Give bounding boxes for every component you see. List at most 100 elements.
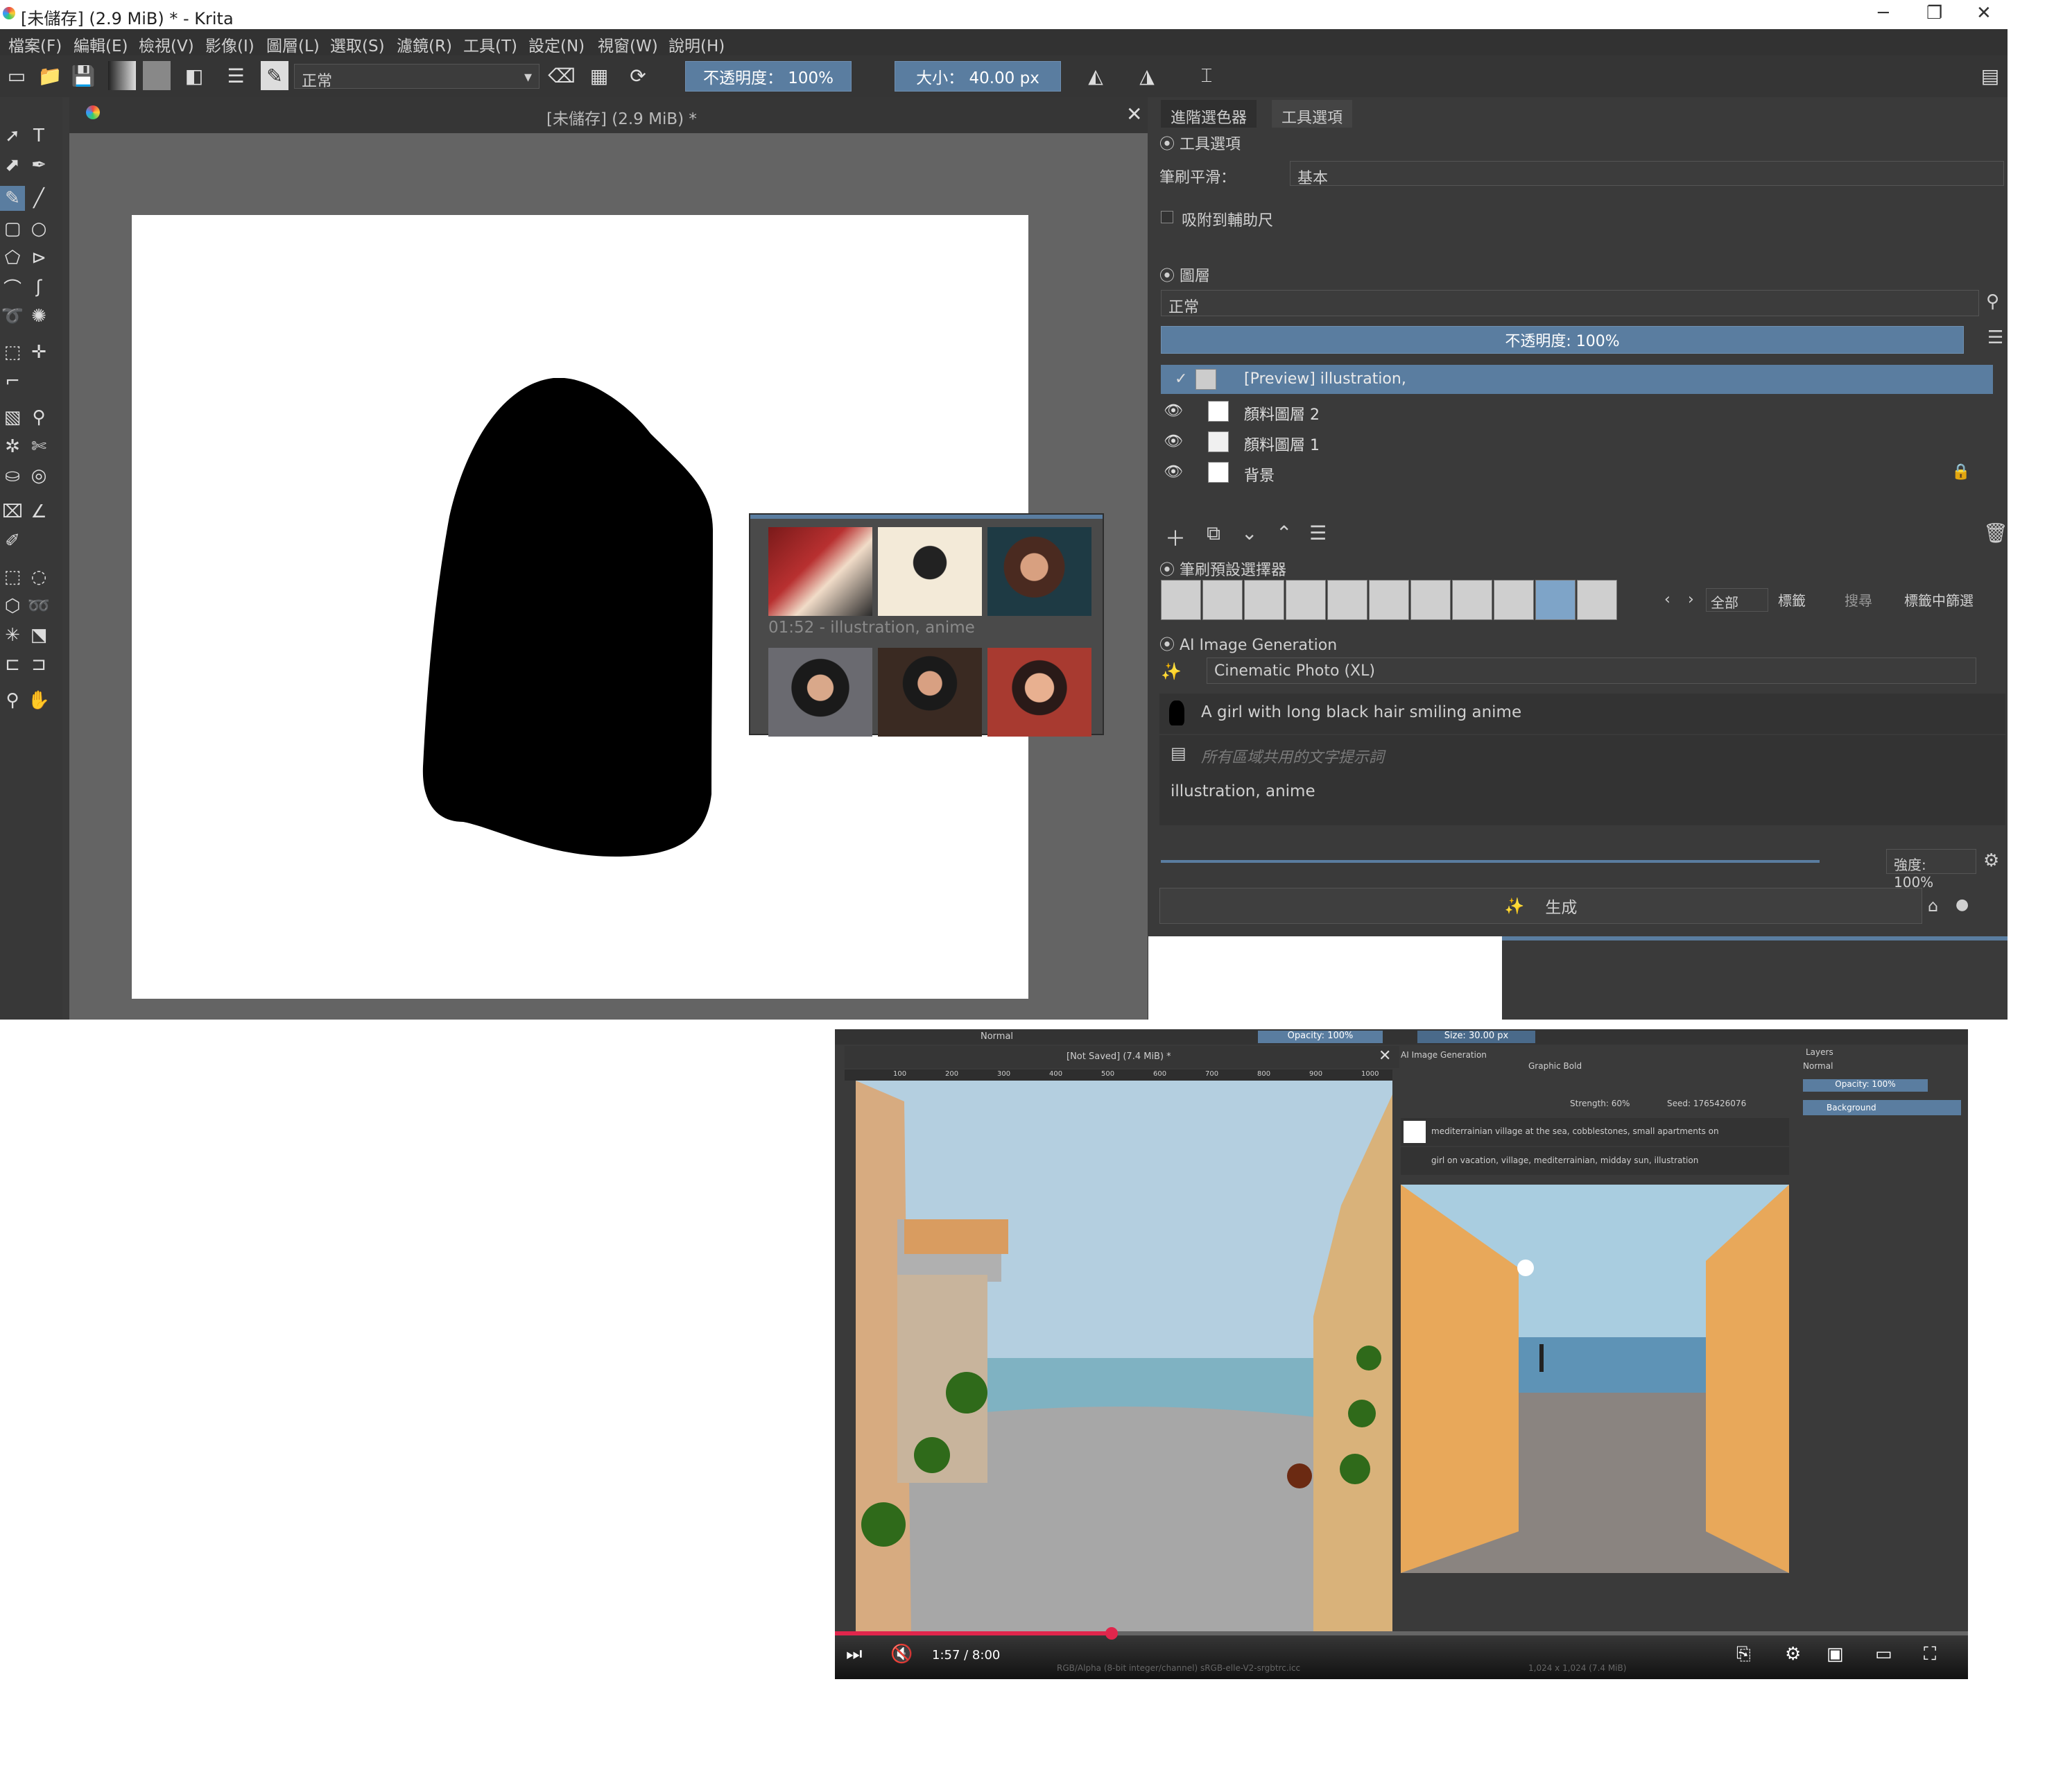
eye-icon[interactable]: 👁 — [1164, 463, 1183, 481]
reference-tool-icon[interactable]: ✐ — [0, 529, 25, 553]
strength-slider-track[interactable] — [1161, 860, 1820, 863]
brush-tag-select[interactable]: 全部 — [1706, 588, 1768, 612]
result-thumbnail[interactable] — [987, 527, 1091, 616]
result-thumbnail[interactable] — [878, 648, 982, 737]
generated-image[interactable] — [1401, 1185, 1789, 1573]
brush-preset-item[interactable] — [1202, 580, 1243, 620]
record-icon[interactable]: ● — [1956, 896, 1969, 913]
wrap-around-icon[interactable]: ⌶ — [1193, 61, 1220, 90]
brush-preset-item[interactable] — [1494, 580, 1534, 620]
menu-help[interactable]: 說明(H) — [668, 33, 725, 56]
magic-wand-icon[interactable]: ✳ — [0, 623, 25, 648]
eraser-icon[interactable]: ⌫ — [548, 61, 576, 90]
brush-settings-icon[interactable]: ☰ — [222, 61, 250, 90]
mute-icon[interactable]: 🔇 — [890, 1644, 913, 1665]
minimize-button[interactable]: ─ — [1878, 3, 1889, 24]
pan-tool-icon[interactable]: ✋ — [26, 688, 51, 713]
layer-properties-icon[interactable]: ☰ — [1309, 522, 1327, 544]
smoothing-select[interactable]: 基本 — [1290, 161, 2004, 187]
prompt-field[interactable]: A girl with long black hair smiling anim… — [1159, 694, 2005, 734]
panel-toggle-icon[interactable]: ▤ — [1976, 61, 2004, 90]
size-slider[interactable]: 大小： 40.00 px — [895, 61, 1061, 92]
pattern-swatch[interactable] — [143, 61, 171, 90]
edit-shape-icon[interactable]: ⬈ — [0, 153, 25, 178]
ellipse-select-icon[interactable]: ◌ — [26, 565, 51, 590]
brush-preset-item[interactable] — [1369, 580, 1409, 620]
menu-edit[interactable]: 編輯(E) — [74, 33, 128, 56]
result-thumbnail[interactable] — [987, 648, 1091, 737]
multibrush-icon[interactable]: ✺ — [26, 304, 51, 329]
fill-tool-icon[interactable]: ⛀ — [0, 463, 25, 488]
add-layer-icon[interactable]: ＋ — [1165, 522, 1186, 552]
open-document-icon[interactable]: 📁 — [36, 61, 64, 90]
gradient-swatch[interactable] — [108, 61, 136, 90]
magnetic-select-icon[interactable]: ⊐ — [26, 652, 51, 677]
layer-row-preview[interactable]: ✓ [Preview] illustration, — [1161, 365, 1993, 394]
filter-icon[interactable]: ⚲ — [1986, 291, 1999, 312]
settings-icon[interactable]: ⚙ — [1983, 850, 1999, 871]
chevron-left-icon[interactable]: ‹ — [1664, 591, 1670, 608]
maximize-button[interactable]: ❐ — [1926, 3, 1942, 24]
crop-tool-icon[interactable]: ⌐ — [0, 369, 25, 394]
checkmark-icon[interactable]: ✓ — [1175, 370, 1187, 388]
filter-in-tag-checkbox[interactable]: 標籤中篩選 — [1904, 590, 1974, 610]
brush-preset-item[interactable] — [1327, 580, 1367, 620]
miniplayer-icon[interactable]: ▣ — [1827, 1644, 1844, 1665]
layer-row-paint-2[interactable]: 👁 顏料圖層 2 — [1161, 397, 1993, 426]
video-player[interactable]: Normal Opacity: 100% Size: 30.00 px [Not… — [835, 1029, 1968, 1679]
rectangle-tool-icon[interactable]: ▢ — [0, 216, 25, 241]
reload-icon[interactable]: ⟳ — [624, 61, 652, 90]
move-up-icon[interactable]: ⌃ — [1276, 522, 1292, 544]
snap-checkbox[interactable] — [1161, 211, 1173, 223]
dock-lock-icon[interactable]: ⦿ — [1159, 562, 1180, 579]
dock-lock-icon[interactable]: ⦿ — [1159, 268, 1180, 285]
freehand-select-icon[interactable]: ➿ — [26, 594, 51, 619]
search-field[interactable]: 搜尋 — [1845, 590, 1872, 610]
menu-file[interactable]: 檔案(F) — [8, 33, 62, 56]
gradient-tool-icon[interactable]: ▧ — [0, 405, 25, 430]
brush-preset-icon[interactable]: ✎ — [261, 61, 288, 90]
layer-menu-icon[interactable]: ☰ — [1987, 327, 2003, 348]
tab-tool-options[interactable]: 工具選項 — [1272, 100, 1353, 128]
menu-settings[interactable]: 設定(N) — [528, 33, 585, 56]
delete-layer-icon[interactable]: 🗑 — [1983, 522, 2008, 544]
menu-select[interactable]: 選取(S) — [330, 33, 385, 56]
calligraphy-icon[interactable]: ✒ — [26, 153, 51, 178]
strength-spinbox[interactable]: 強度: 100% — [1886, 849, 1976, 891]
select-tool-icon[interactable]: ➚ — [0, 123, 25, 148]
zoom-tool-icon[interactable]: ⚲ — [0, 688, 25, 713]
brush-preset-item[interactable] — [1286, 580, 1326, 620]
settings-icon[interactable]: ⚙ — [1785, 1644, 1801, 1665]
freehand-path-icon[interactable]: ʃ — [26, 275, 51, 300]
document-tab[interactable]: [未儲存] (2.9 MiB) * ✕ — [69, 97, 1148, 133]
line-tool-icon[interactable]: ╱ — [26, 186, 51, 211]
similar-select-icon[interactable]: ⬔ — [26, 623, 51, 648]
menu-filter[interactable]: 濾鏡(R) — [397, 33, 452, 56]
brush-preset-item[interactable] — [1452, 580, 1492, 620]
new-document-icon[interactable]: ▭ — [3, 61, 31, 90]
fullscreen-icon[interactable]: ⛶ — [1924, 1644, 1936, 1665]
dock-lock-icon[interactable]: ⦿ — [1159, 136, 1180, 153]
menu-layer[interactable]: 圖層(L) — [266, 33, 320, 56]
brush-preset-item[interactable] — [1244, 580, 1284, 620]
move-down-icon[interactable]: ⌄ — [1241, 522, 1257, 544]
brush-preset-item[interactable] — [1410, 580, 1451, 620]
close-button[interactable]: ✕ — [1976, 3, 1992, 24]
tag-button[interactable]: 標籤 — [1778, 590, 1806, 610]
dynamic-brush-icon[interactable]: ➰ — [0, 304, 25, 329]
menu-image[interactable]: 影像(I) — [205, 33, 254, 56]
mirror-vertical-icon[interactable]: ◮ — [1133, 61, 1161, 90]
brush-preset-item[interactable] — [1577, 580, 1617, 620]
bezier-tool-icon[interactable]: ⌒ — [0, 275, 25, 300]
layer-row-paint-1[interactable]: 👁 顏料圖層 1 — [1161, 427, 1993, 456]
generate-button[interactable]: ✨ 生成 — [1159, 888, 1922, 924]
brush-tool-icon[interactable]: ✎ — [0, 186, 25, 211]
theater-icon[interactable]: ▭ — [1875, 1644, 1892, 1665]
lock-icon[interactable]: 🔒 — [1951, 463, 1970, 481]
queue-icon[interactable]: ⌂ — [1928, 896, 1938, 916]
chevron-right-icon[interactable]: › — [1688, 591, 1694, 608]
alpha-lock-icon[interactable]: ▦ — [585, 61, 613, 90]
enclose-fill-icon[interactable]: ◎ — [26, 463, 51, 488]
duplicate-layer-icon[interactable]: ⧉ — [1207, 522, 1220, 545]
result-thumbnail[interactable] — [768, 527, 872, 616]
